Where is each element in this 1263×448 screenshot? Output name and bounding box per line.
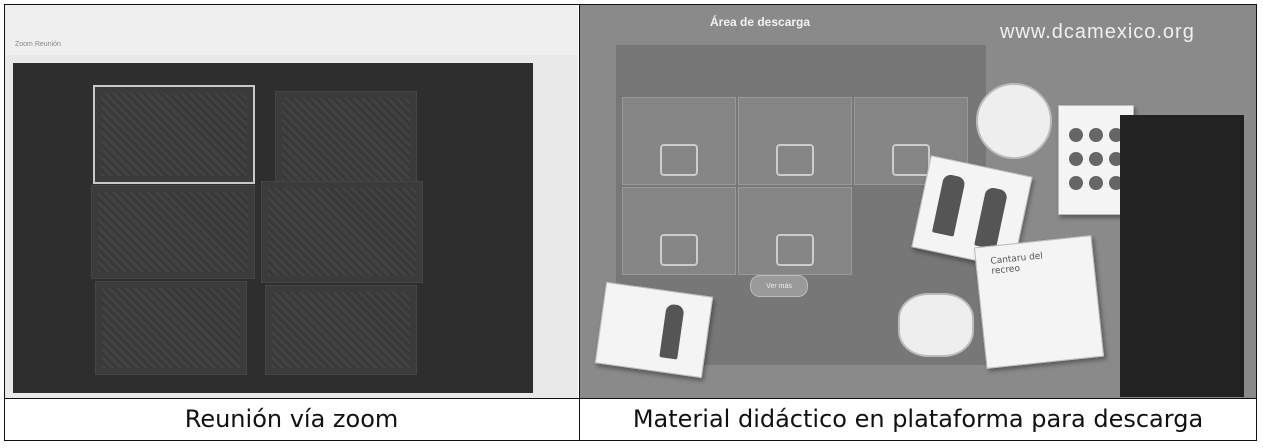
category-card (622, 187, 736, 275)
activities-icon (776, 144, 814, 176)
materials-icon (660, 144, 698, 176)
plant-icon (776, 234, 814, 266)
dark-booklet (1120, 115, 1244, 397)
zoom-window-title: Zoom Reunión (15, 41, 61, 48)
video-tile (93, 85, 255, 184)
sticker-circle (976, 83, 1052, 159)
category-card (622, 97, 736, 185)
category-card (738, 187, 852, 275)
coloring-sheet-title: Cantaru del recreo (990, 251, 1044, 277)
building-icon (660, 234, 698, 266)
coloring-sheet: Cantaru del recreo (973, 235, 1105, 369)
video-tile (261, 181, 423, 283)
person-icon (892, 144, 930, 176)
zoom-meeting-screenshot: Zoom Reunión (5, 5, 578, 398)
website-url: www.dcamexico.org (1000, 21, 1195, 43)
caption-download-material: Material didáctico en plataforma para de… (632, 405, 1204, 433)
panel-title: Área de descarga (710, 15, 811, 29)
view-more-button[interactable]: Ver más (750, 275, 808, 297)
document-table: Zoom Reunión Área de descarga www.dcamex… (4, 4, 1257, 441)
chef-card (594, 281, 714, 379)
caption-zoom-meeting: Reunión vía zoom (184, 405, 399, 433)
download-platform-screenshot: Área de descarga www.dcamexico.org Ver m… (580, 5, 1256, 398)
video-grid (13, 63, 533, 393)
category-card (738, 97, 852, 185)
video-tile (91, 185, 255, 279)
sticker-circle-bottom (898, 293, 974, 357)
video-tile (265, 285, 417, 375)
video-tile (95, 281, 247, 375)
video-tile (275, 91, 417, 188)
